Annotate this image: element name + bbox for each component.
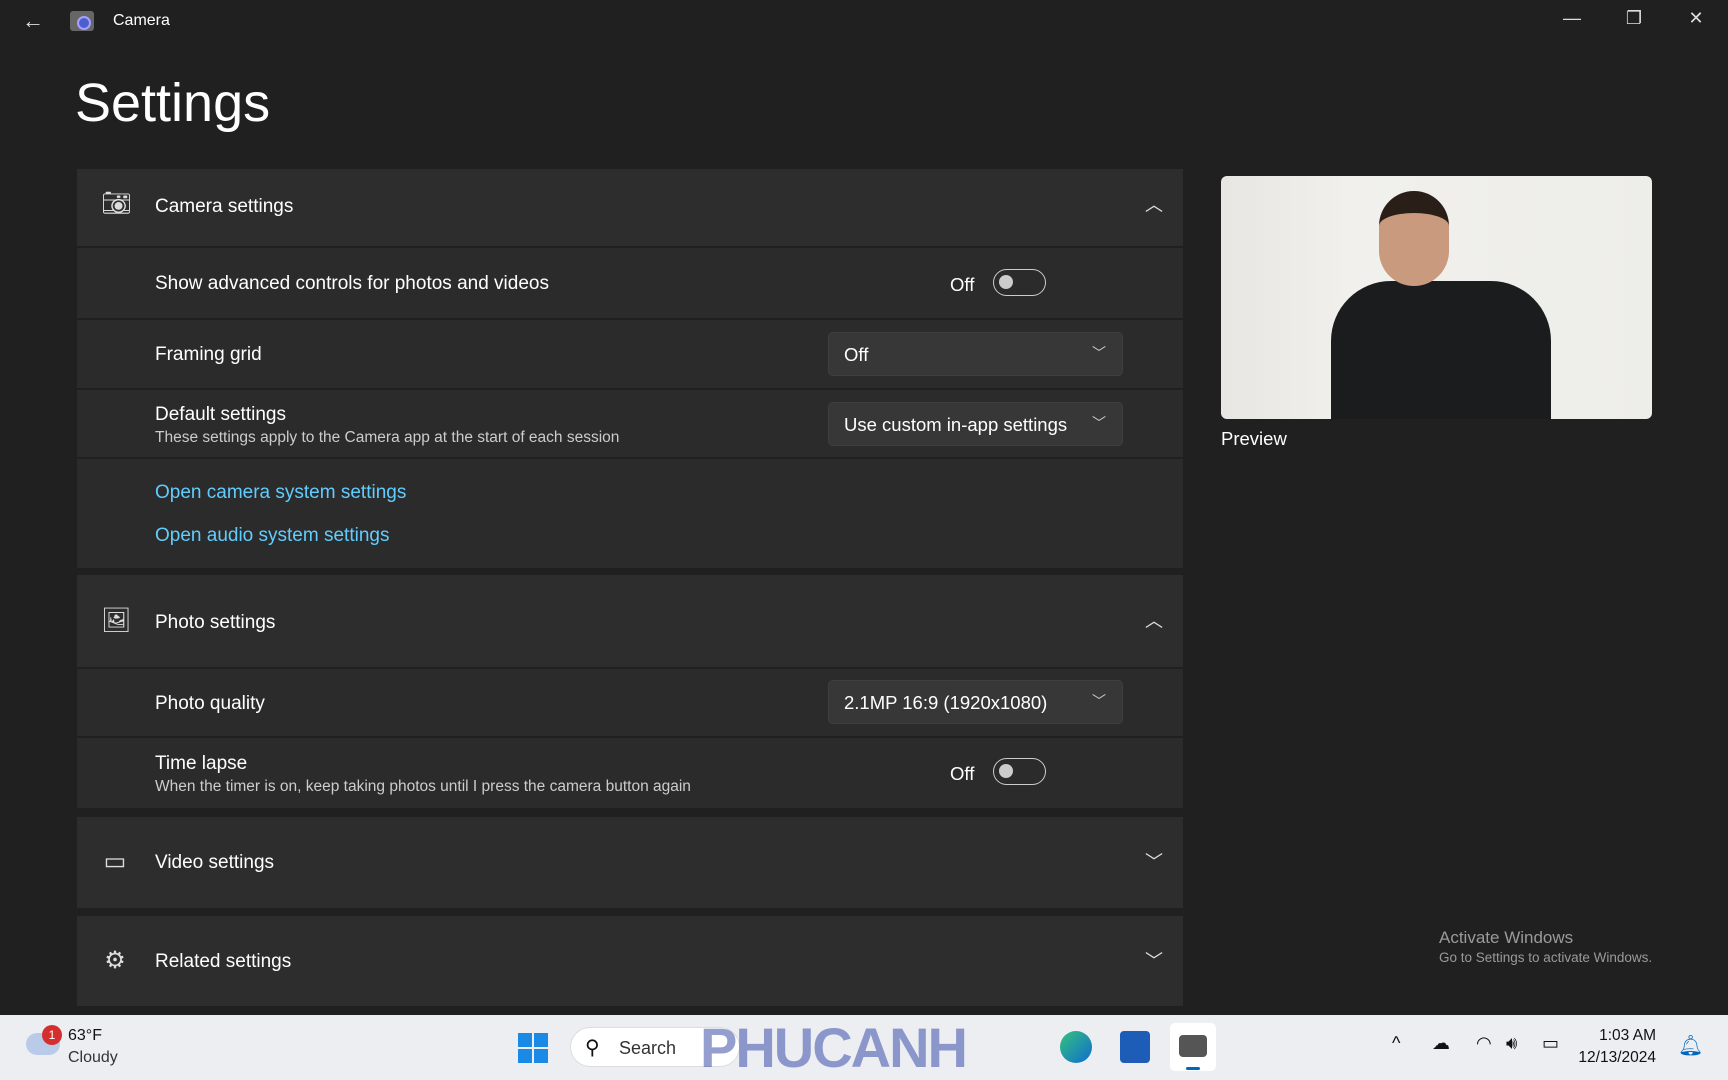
dropdown-value: 2.1MP 16:9 (1920x1080) [844,692,1048,713]
preview-label: Preview [1221,428,1287,449]
weather-temp: 63°F [68,1027,102,1044]
camera-taskbar-icon[interactable] [1170,1023,1216,1071]
store-icon[interactable] [1120,1031,1150,1063]
watermark-logo: PHUCANH [700,1016,968,1079]
related-settings-header[interactable]: ⚙ Related settings ﹀ [77,916,1183,1006]
chevron-up-icon[interactable]: ︿ [1145,607,1163,633]
camera-icon: 📷︎ [101,190,132,217]
open-camera-system-settings-link[interactable]: Open camera system settings [155,482,406,504]
chevron-down-icon[interactable]: ﹀ [1145,848,1163,874]
dropdown-value: Off [844,344,869,365]
camera-settings-section: 📷︎ Camera settings ︿ Show advanced contr… [77,169,1183,568]
section-title: Photo settings [155,612,276,633]
onedrive-icon[interactable]: ☁ [1432,1033,1450,1054]
chevron-up-icon[interactable]: ︿ [1145,191,1163,217]
default-settings-description: These settings apply to the Camera app a… [155,429,620,446]
time-lapse-toggle[interactable] [993,758,1046,785]
dropdown-value: Use custom in-app settings [844,414,1068,435]
time-lapse-state: Off [950,763,975,784]
edge-icon[interactable] [1060,1031,1092,1063]
volume-icon[interactable]: 🔊︎ [1506,1033,1517,1054]
video-settings-header[interactable]: ▭ Video settings ﹀ [77,817,1183,908]
clock-time[interactable]: 1:03 AM [1580,1027,1656,1045]
advanced-toggle-state: Off [950,274,975,295]
weather-desc: Cloudy [68,1049,118,1066]
notification-bell-icon[interactable]: 🔔︎ [1678,1033,1703,1058]
photo-quality-dropdown[interactable]: 2.1MP 16:9 (1920x1080) ﹀ [828,680,1123,724]
advanced-controls-label: Show advanced controls for photos and vi… [155,273,549,294]
video-camera-icon: ▭ [103,848,127,875]
person-body [1331,281,1551,419]
title-bar: ← Camera — ❐ ✕ [0,0,1728,44]
minimize-button[interactable]: — [1557,8,1587,29]
activate-windows-desc: Go to Settings to activate Windows. [1439,950,1653,965]
search-icon: ⚲ [585,1037,600,1059]
page-title: Settings [75,73,271,133]
window-title: Camera [113,12,170,29]
section-title: Camera settings [155,196,294,217]
chevron-up-icon[interactable]: ^ [1392,1033,1400,1054]
chevron-down-icon: ﹀ [1092,345,1106,361]
camera-settings-header[interactable]: 📷︎ Camera settings ︿ [77,169,1183,246]
section-title: Video settings [155,852,275,873]
section-title: Related settings [155,951,292,972]
advanced-controls-toggle[interactable] [993,269,1046,296]
weather-badge: 1 [42,1025,62,1045]
photo-settings-header[interactable]: 🖼︎ Photo settings ︿ [77,575,1183,667]
clock-date[interactable]: 12/13/2024 [1576,1049,1656,1067]
chevron-down-icon[interactable]: ﹀ [1145,947,1163,973]
battery-icon[interactable]: ▭ [1542,1033,1559,1054]
framing-grid-dropdown[interactable]: Off ﹀ [828,332,1123,376]
chevron-down-icon: ﹀ [1092,693,1106,709]
search-label: Search [619,1038,677,1058]
maximize-button[interactable]: ❐ [1619,8,1649,29]
person-head [1379,191,1449,286]
time-lapse-description: When the timer is on, keep taking photos… [155,778,691,795]
open-audio-system-settings-link[interactable]: Open audio system settings [155,525,389,547]
back-button[interactable]: ← [22,8,44,34]
default-settings-dropdown[interactable]: Use custom in-app settings ﹀ [828,402,1123,446]
photo-quality-label: Photo quality [155,693,265,714]
chevron-down-icon: ﹀ [1092,415,1106,431]
taskbar: 1 63°F Cloudy ⚲ Search PHUCANH ^ ☁ ◠ 🔊︎ … [0,1015,1728,1080]
camera-app-icon [70,11,94,31]
image-icon: 🖼︎ [101,607,132,634]
photo-settings-section: 🖼︎ Photo settings ︿ Photo quality 2.1MP … [77,575,1183,808]
framing-grid-label: Framing grid [155,344,262,365]
camera-preview [1221,176,1652,419]
default-settings-label: Default settings [155,404,286,425]
wifi-icon[interactable]: ◠ [1476,1033,1492,1054]
gear-icon: ⚙ [104,947,126,974]
activate-windows-title: Activate Windows [1439,928,1574,947]
time-lapse-label: Time lapse [155,753,248,774]
start-button[interactable] [518,1033,548,1063]
close-button[interactable]: ✕ [1681,8,1711,29]
